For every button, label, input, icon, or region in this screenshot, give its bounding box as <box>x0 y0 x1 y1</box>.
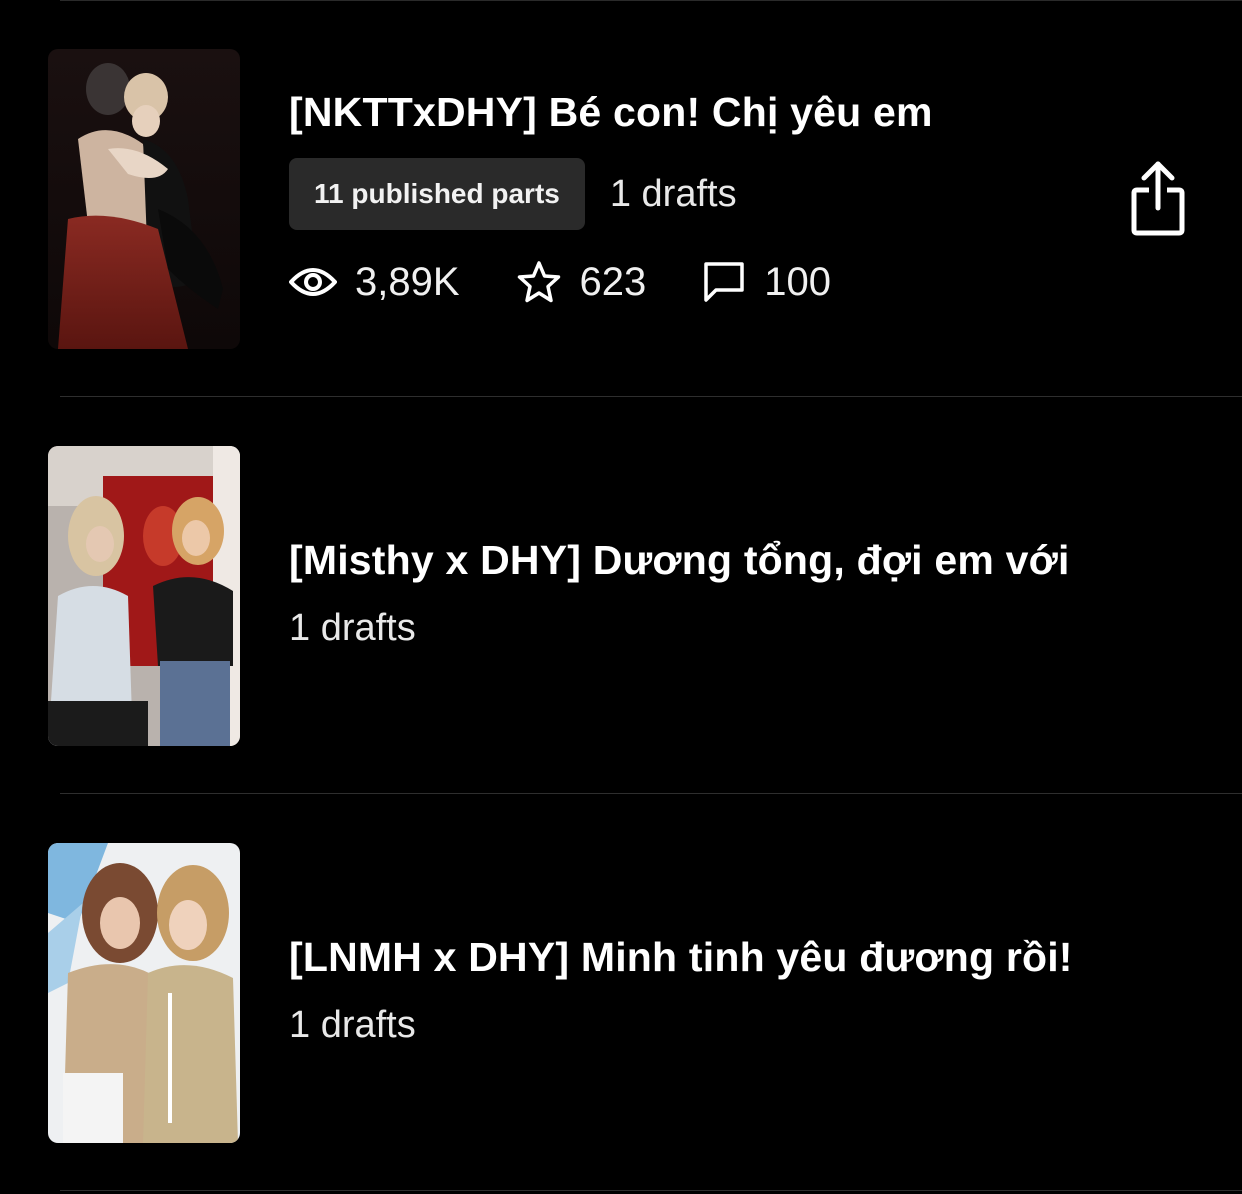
drafts-count: 1 drafts <box>289 607 416 649</box>
story-title[interactable]: [Misthy x DHY] Dương tổng, đợi em với <box>289 537 1070 584</box>
story-title[interactable]: [NKTTxDHY] Bé con! Chị yêu em <box>289 89 933 136</box>
published-parts-badge: 11 published parts <box>289 158 585 230</box>
votes-stat: 623 <box>516 259 647 305</box>
story-row[interactable]: [Misthy x DHY] Dương tổng, đợi em với 1 … <box>0 397 1242 794</box>
views-count: 3,89K <box>355 259 460 304</box>
story-row[interactable]: [LNMH x DHY] Minh tinh yêu đương rồi! 1 … <box>0 794 1242 1191</box>
views-stat: 3,89K <box>289 260 460 305</box>
story-meta: 1 drafts <box>289 1004 416 1047</box>
comment-icon <box>702 260 746 304</box>
story-stats: 3,89K 623 100 <box>289 252 887 312</box>
votes-count: 623 <box>579 259 647 304</box>
eye-icon <box>289 264 337 300</box>
drafts-count: 1 drafts <box>609 172 737 215</box>
comments-count: 100 <box>764 259 832 304</box>
story-title[interactable]: [LNMH x DHY] Minh tinh yêu đương rồi! <box>289 934 1073 981</box>
story-cover[interactable] <box>48 843 240 1143</box>
story-row[interactable]: [NKTTxDHY] Bé con! Chị yêu em 11 publish… <box>0 0 1242 397</box>
row-divider <box>60 1190 1242 1191</box>
share-icon <box>1131 160 1185 241</box>
story-cover[interactable] <box>48 446 240 746</box>
share-button[interactable] <box>1126 158 1190 242</box>
star-icon <box>516 260 562 304</box>
story-meta: 11 published parts 1 drafts <box>289 158 737 230</box>
drafts-count: 1 drafts <box>289 1004 416 1046</box>
story-cover[interactable] <box>48 49 240 349</box>
story-meta: 1 drafts <box>289 607 416 650</box>
comments-stat: 100 <box>702 260 831 305</box>
